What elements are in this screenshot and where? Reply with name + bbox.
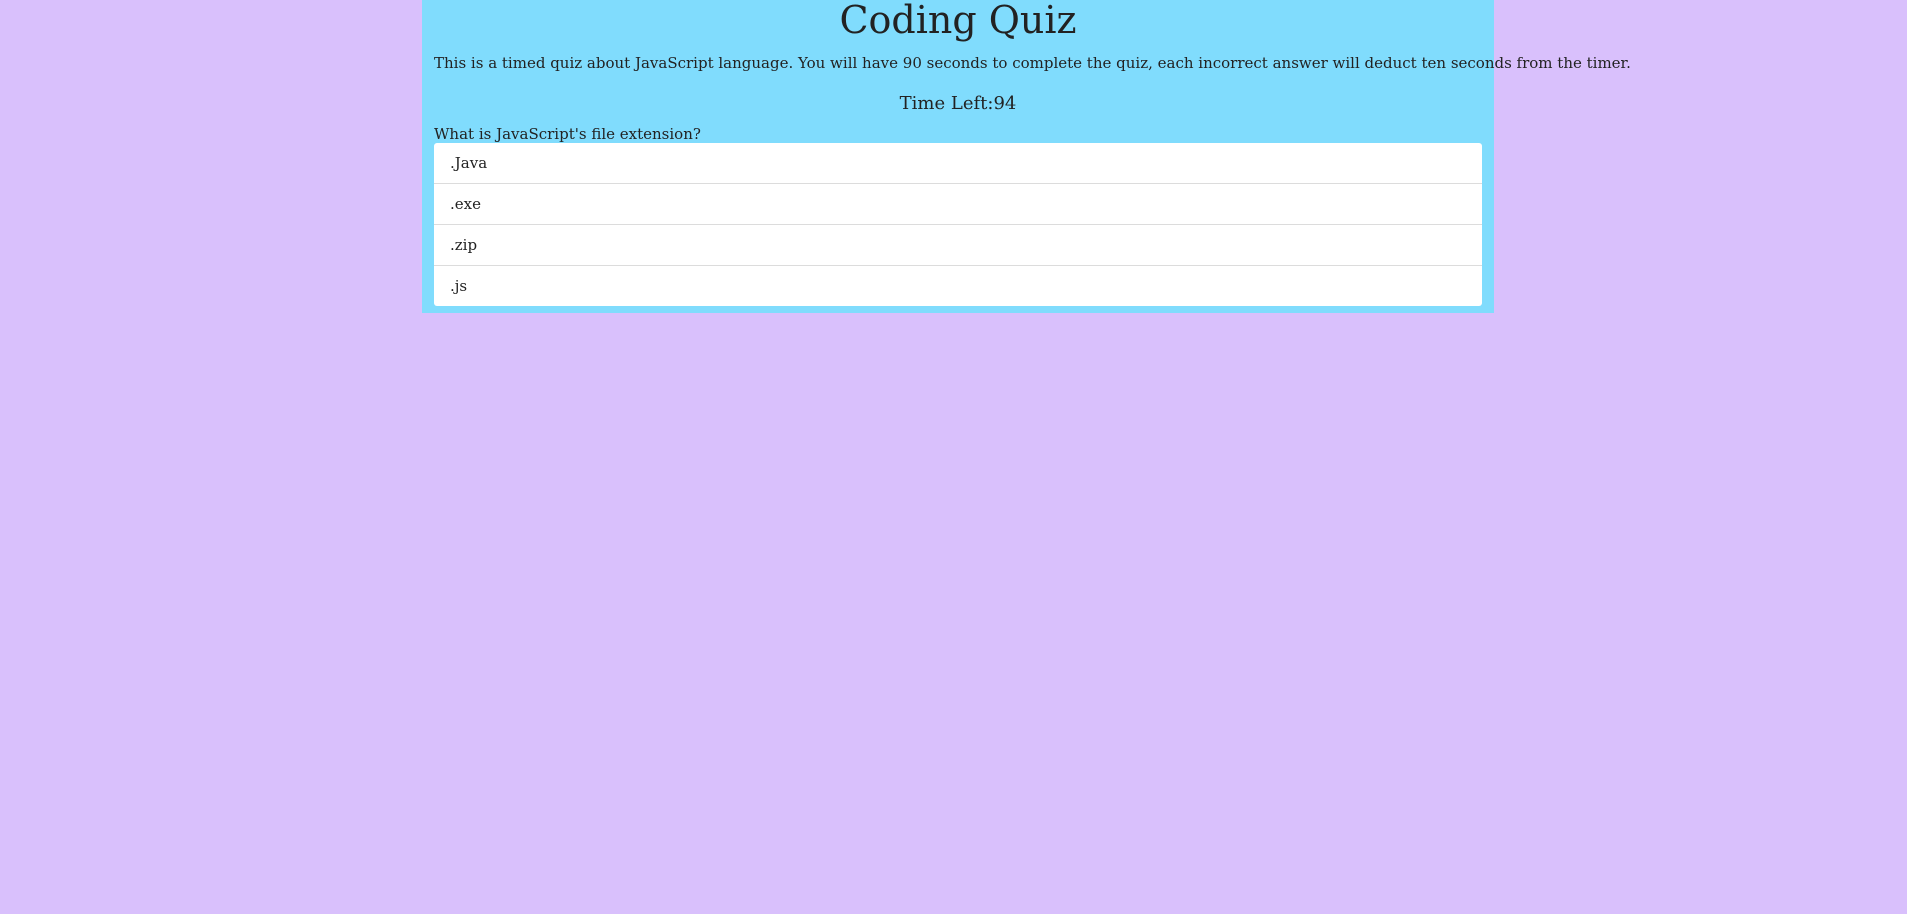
answer-option-js[interactable]: .js [434, 265, 1482, 306]
answer-option-exe[interactable]: .exe [434, 183, 1482, 224]
question-text: What is JavaScript's file extension? [434, 125, 701, 143]
quiz-panel: Coding Quiz This is a timed quiz about J… [422, 0, 1631, 313]
timer: Time Left:94 [434, 93, 1482, 115]
answer-list: .Java .exe .zip .js [434, 143, 1482, 306]
answer-option-java[interactable]: .Java [434, 143, 1482, 183]
timer-value: 94 [993, 93, 1017, 114]
timer-label: Time Left: [899, 93, 994, 114]
answer-option-zip[interactable]: .zip [434, 224, 1482, 265]
page-title: Coding Quiz [839, 0, 1077, 42]
quiz-description: This is a timed quiz about JavaScript la… [434, 54, 1631, 72]
